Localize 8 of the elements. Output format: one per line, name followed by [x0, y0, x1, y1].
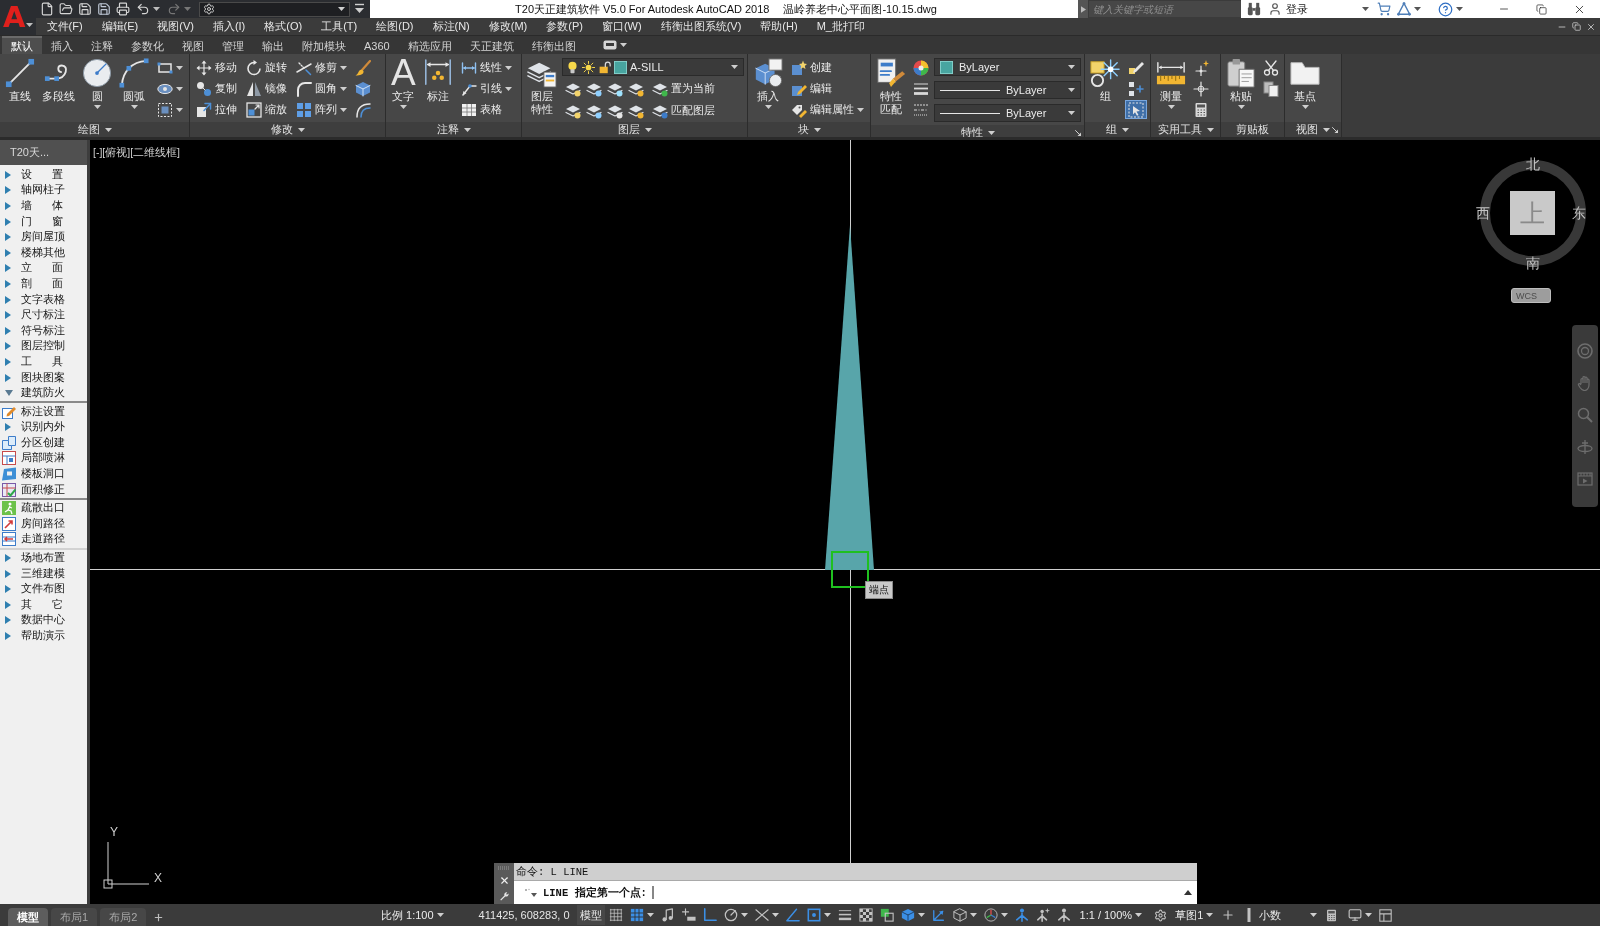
command-history: 命令: L LINE [514, 863, 1197, 881]
snap-tooltip: 端点 [865, 581, 893, 599]
window-title: T20天正建筑软件 V5.0 For Autodesk AutoCAD 2018 [515, 1, 770, 17]
cursor-coordinates: 411425, 608283, 0 [478, 909, 570, 921]
document-name: 温岭养老中心平面图-10.15.dwg [783, 1, 937, 17]
axis-label: X [154, 871, 162, 885]
command-prompt: LINE 指定第一个点: [543, 885, 647, 900]
axis-label: Y [110, 825, 118, 839]
